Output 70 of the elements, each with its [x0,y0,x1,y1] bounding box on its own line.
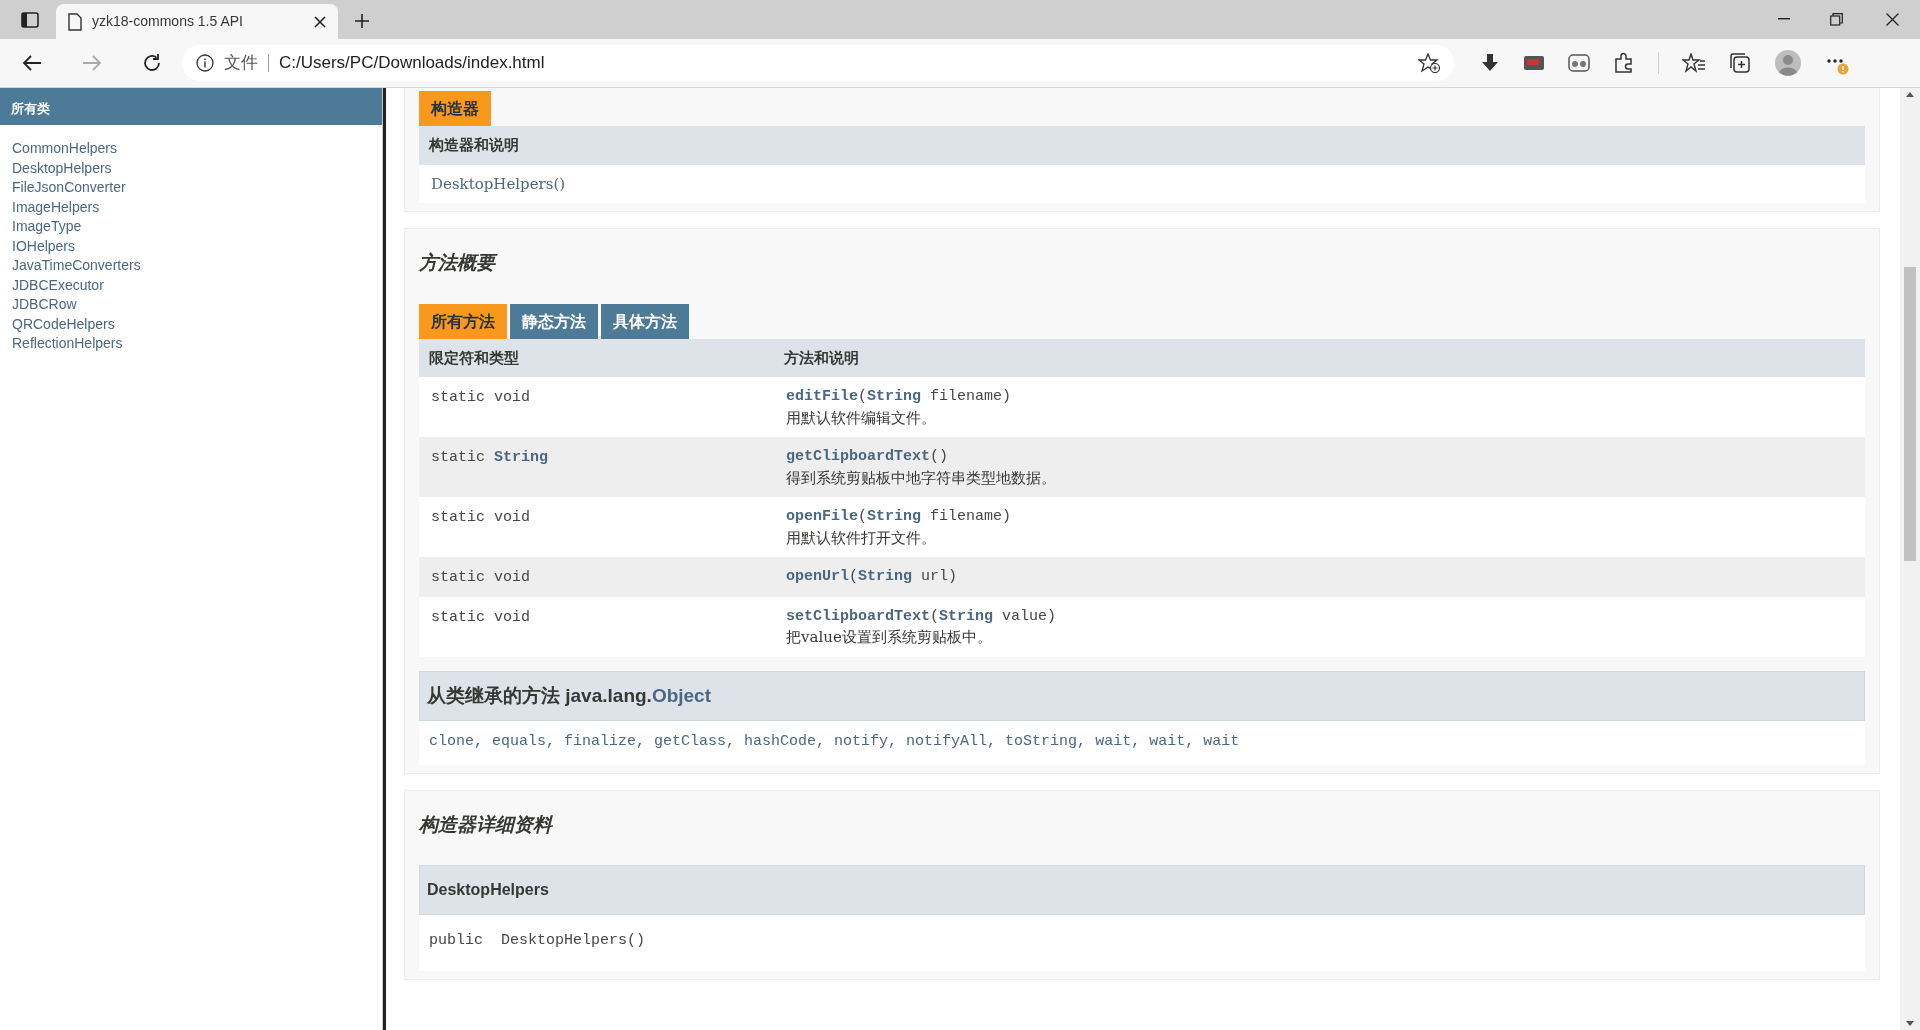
method-link[interactable]: equals, [492,731,556,754]
class-link[interactable]: JDBCExecutor [12,275,104,295]
method-signature[interactable]: setClipboardText(String value) [786,606,1853,626]
class-link[interactable]: QRCodeHelpers [12,314,115,334]
favorites-icon[interactable] [1682,53,1706,73]
method-link[interactable]: wait, [1095,731,1141,754]
download-icon[interactable] [1480,53,1500,73]
method-link[interactable]: toString, [1005,731,1087,754]
class-link[interactable]: ImageType [12,217,82,237]
constructor-link[interactable]: DesktopHelpers() [419,164,1865,203]
scroll-up-icon[interactable] [1906,92,1914,97]
address-bar[interactable]: 文件 C:/Users/PC/Downloads/index.html [182,45,1454,81]
method-description: 用默认软件编辑文件。 [786,408,937,428]
browser-tab[interactable]: yzk18-commons 1.5 API [56,4,338,39]
class-link[interactable]: DesktopHelpers [12,158,112,178]
scroll-down-icon[interactable] [1906,1021,1914,1026]
method-filter-tab[interactable]: 具体方法 [601,303,689,339]
scrollbar[interactable] [1900,88,1920,1030]
return-type: static void [431,569,531,586]
url-text: C:/Users/PC/Downloads/index.html [279,52,546,75]
address-prefix: 文件 [224,52,258,75]
method-signature[interactable]: openFile(String filename) [786,507,1853,527]
class-link[interactable]: IOHelpers [12,236,76,256]
method-link[interactable]: notify, [834,731,898,754]
member-signature: public DesktopHelpers() [429,932,646,949]
extension-icon[interactable] [1568,53,1590,73]
return-type: static String [431,449,549,466]
section-title: 方法概要 [419,249,1865,278]
class-link[interactable]: ReflectionHelpers [12,334,123,354]
method-link[interactable]: hashCode, [744,731,826,754]
member-heading: DesktopHelpers [427,881,549,898]
method-link[interactable]: getClass, [654,731,736,754]
return-type: static void [431,389,531,406]
extension-icon[interactable] [1523,54,1545,72]
star-add-icon[interactable] [1418,53,1440,73]
method-description: 把value设置到系统剪贴板中。 [786,628,993,648]
method-link[interactable]: notifyAll, [906,731,997,754]
method-description: 得到系统剪贴板中地字符串类型地数据。 [786,468,1057,488]
method-signature[interactable]: editFile(String filename) [786,387,1853,407]
section-tab[interactable]: 构造器 [419,91,491,126]
column-header: 限定符和类型 [419,338,774,377]
class-link[interactable]: FileJsonConverter [12,178,126,198]
method-link[interactable]: finalize, [564,731,646,754]
return-type: static void [431,608,531,626]
method-link[interactable]: wait, [1149,731,1195,754]
method-filter-tab[interactable]: 静态方法 [510,303,598,339]
page-icon [68,12,82,31]
scroll-thumb[interactable] [1904,267,1916,561]
class-link[interactable]: JDBCRow [12,295,77,315]
method-description: 用默认软件打开文件。 [786,528,937,548]
class-link[interactable]: JavaTimeConverters [12,256,141,276]
return-type: static void [431,509,531,526]
puzzle-icon[interactable] [1613,52,1635,74]
section-title: 构造器详细资料 [419,812,554,837]
class-link[interactable]: ImageHelpers [12,197,100,217]
method-link[interactable]: clone, [429,731,483,754]
info-icon[interactable] [196,54,214,72]
method-link[interactable]: wait [1203,731,1240,754]
method-signature[interactable]: getClipboardText() [786,447,1853,467]
class-link[interactable]: Object [651,684,711,706]
sidebar-title: 所有类 [0,88,382,125]
column-header: 构造器和说明 [419,126,1865,165]
close-icon[interactable] [314,15,326,28]
profile-icon[interactable] [1774,49,1802,77]
collections-icon[interactable] [1729,52,1751,74]
tab-title: yzk18-commons 1.5 API [92,12,244,31]
inherited-heading: 从类继承的方法 java.lang.Object [427,684,711,706]
method-filter-tab[interactable]: 所有方法 [419,303,507,339]
column-header: 方法和说明 [774,338,1865,377]
class-link[interactable]: CommonHelpers [12,139,118,159]
